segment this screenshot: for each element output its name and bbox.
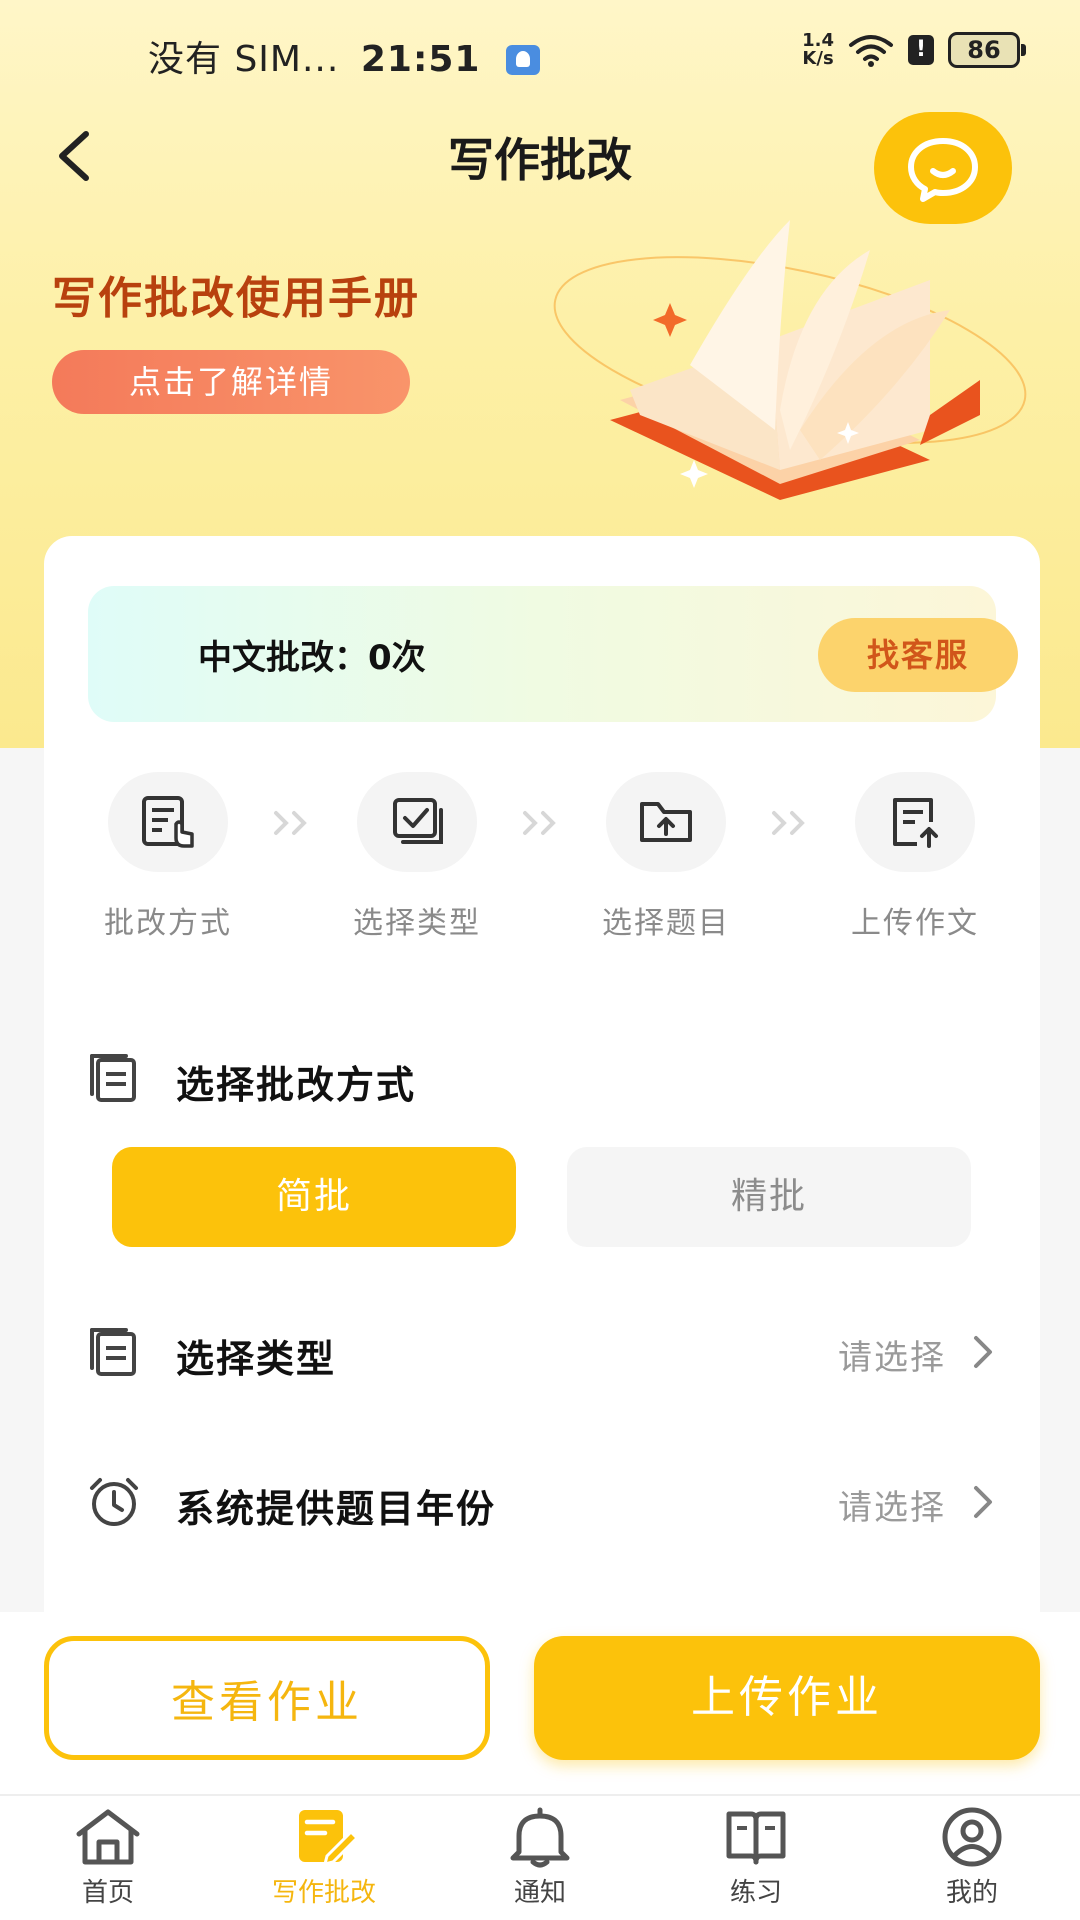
network-speed-unit: K/s <box>802 48 834 69</box>
view-homework-button[interactable]: 查看作业 <box>44 1636 490 1760</box>
alarm-clock-icon <box>90 1478 138 1526</box>
mode-fine-button[interactable]: 精批 <box>567 1147 971 1247</box>
type-selector-row[interactable]: 选择类型 请选择 <box>88 1322 996 1382</box>
year-selector-row[interactable]: 系统提供题目年份 请选择 <box>88 1472 996 1532</box>
tab-writing-correction[interactable]: 写作批改 <box>216 1806 432 1909</box>
year-select-value: 请选择 <box>838 1488 946 1528</box>
chevron-right-icon <box>974 1336 992 1368</box>
chevron-right-icon <box>974 1486 992 1518</box>
manual-title: 写作批改使用手册 <box>52 273 420 324</box>
quota-bar: 中文批改：0次 找客服 <box>88 586 1018 722</box>
checkbox-stack-icon <box>393 798 443 844</box>
user-circle-icon <box>942 1807 1002 1867</box>
step-method: 批改方式 <box>68 772 268 942</box>
document-list-icon <box>90 1328 136 1376</box>
detail-button[interactable]: 点击了解详情 <box>52 350 410 414</box>
type-section-title: 选择类型 <box>176 1337 337 1381</box>
tab-notifications[interactable]: 通知 <box>432 1806 648 1909</box>
chevron-double-right-icon <box>772 811 805 835</box>
status-right: 1.4 K/s ! 86 <box>802 32 1026 68</box>
action-bar: 查看作业 上传作业 <box>0 1612 1080 1794</box>
book-illustration <box>553 220 1027 500</box>
document-upload-icon <box>893 798 938 848</box>
tab-label: 通知 <box>513 1878 566 1908</box>
bottom-tab-bar: 首页 写作批改 通知 练习 我的 <box>0 1794 1080 1920</box>
step-type: 选择类型 <box>317 772 517 942</box>
step-circle <box>108 772 228 872</box>
tab-label: 我的 <box>945 1878 998 1908</box>
main-card: 中文批改：0次 找客服 批改方式 选择类型 选择题目 上传作文 选择批改方式 简… <box>44 536 1040 1666</box>
page: 没有 SIM... 21:51 1.4 K/s ! 86 写作批改 写作批改使用… <box>0 0 1080 1920</box>
step-topic: 选择题目 <box>566 772 766 942</box>
customer-service-button[interactable]: 找客服 <box>818 618 1018 692</box>
network-speed: 1.4 K/s <box>802 32 834 68</box>
touch-document-icon <box>142 796 194 848</box>
type-select-value: 请选择 <box>838 1338 946 1378</box>
tab-profile[interactable]: 我的 <box>864 1806 1080 1909</box>
mode-section-title: 选择批改方式 <box>176 1063 417 1107</box>
step-upload: 上传作文 <box>815 772 1015 942</box>
step-circle <box>606 772 726 872</box>
chevron-double-right-icon <box>523 811 556 835</box>
home-icon <box>76 1809 140 1865</box>
status-left: 没有 SIM... 21:51 <box>148 30 540 82</box>
tab-practice[interactable]: 练习 <box>648 1806 864 1909</box>
tab-home[interactable]: 首页 <box>0 1806 216 1909</box>
step-label: 批改方式 <box>104 906 232 941</box>
chevron-double-right-icon <box>274 811 307 835</box>
tab-label: 首页 <box>81 1878 134 1908</box>
step-label: 选择题目 <box>602 906 730 941</box>
tab-label: 写作批改 <box>271 1878 376 1908</box>
alert-icon: ! <box>908 35 934 65</box>
tab-label: 练习 <box>729 1878 782 1908</box>
step-label: 选择类型 <box>353 906 481 941</box>
step-circle <box>357 772 477 872</box>
quota-text: 中文批改：0次 <box>198 638 426 678</box>
chat-bubble-icon <box>908 138 978 202</box>
status-bar: 没有 SIM... 21:51 1.4 K/s ! 86 <box>0 0 1080 100</box>
step-circle <box>855 772 975 872</box>
step-label: 上传作文 <box>851 906 979 941</box>
steps-progress: 批改方式 选择类型 选择题目 上传作文 <box>44 772 1040 952</box>
app-notification-icon <box>506 45 540 75</box>
carrier-text: 没有 SIM... <box>148 39 340 80</box>
edit-note-icon <box>299 1810 359 1867</box>
clock: 21:51 <box>360 39 481 80</box>
wifi-icon <box>849 35 893 67</box>
bell-icon <box>510 1807 570 1868</box>
folder-upload-icon <box>640 802 692 842</box>
mode-section-header: 选择批改方式 <box>88 1048 996 1108</box>
book-open-icon <box>726 1811 786 1865</box>
mode-simple-button[interactable]: 简批 <box>112 1147 516 1247</box>
battery-indicator: 86 <box>948 32 1026 68</box>
year-section-title: 系统提供题目年份 <box>176 1487 497 1531</box>
document-list-icon <box>90 1054 136 1102</box>
upload-homework-button[interactable]: 上传作业 <box>534 1636 1040 1760</box>
